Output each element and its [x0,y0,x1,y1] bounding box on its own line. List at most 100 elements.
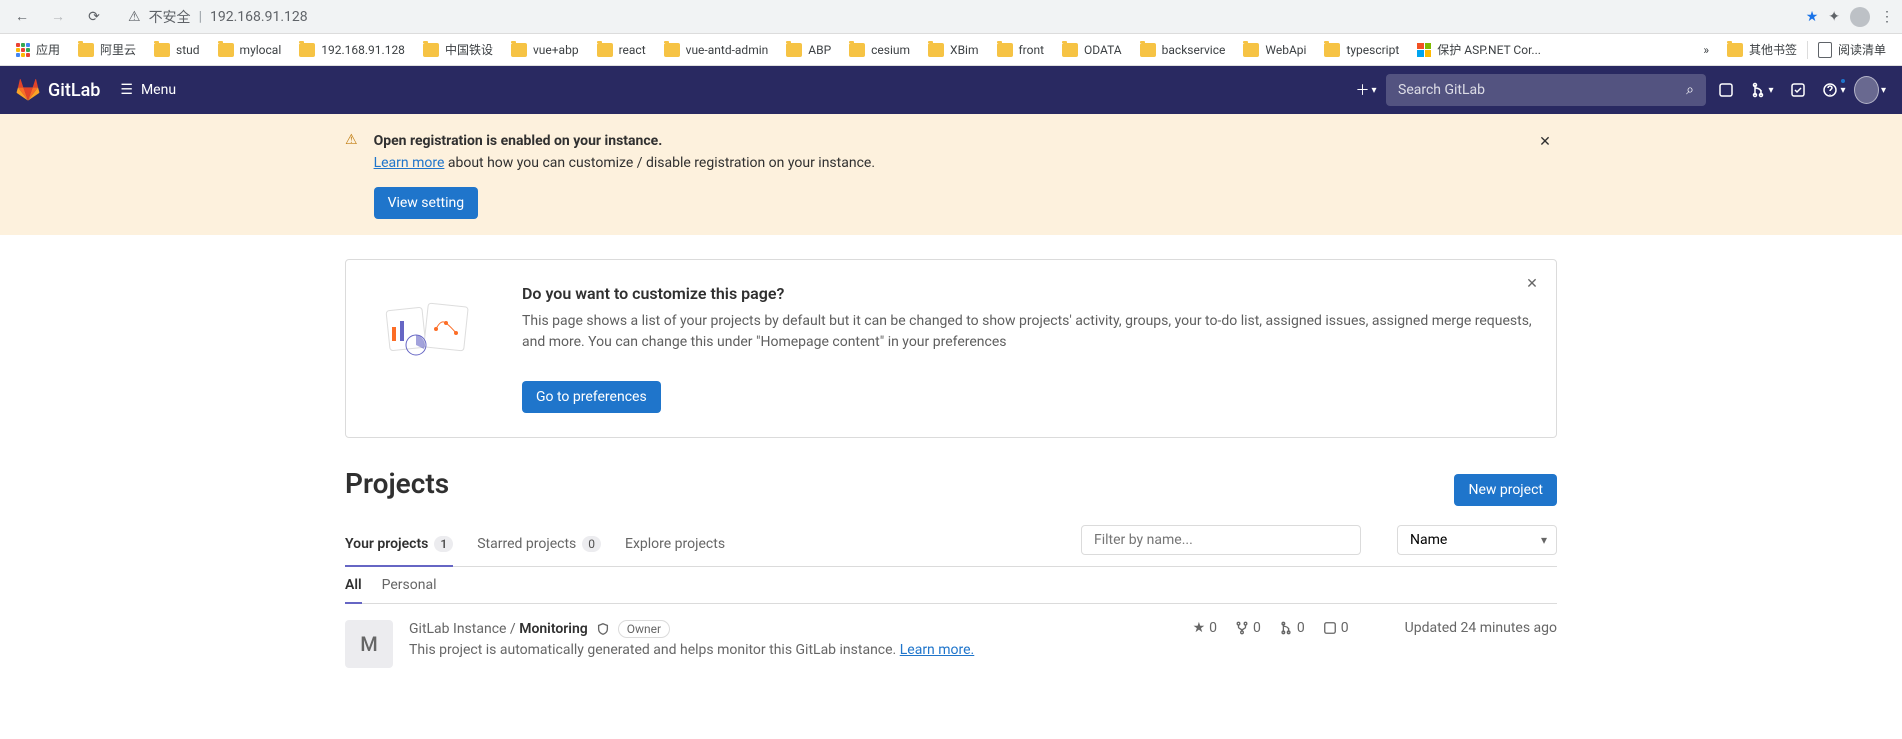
bookmark-item[interactable]: cesium [841,37,918,63]
apps-icon [16,43,30,57]
extensions-icon[interactable]: ✦ [1828,9,1840,25]
bookmark-item[interactable]: typescript [1316,37,1407,63]
bookmark-item[interactable]: react [589,37,654,63]
folder-icon [218,43,234,57]
bookmark-item[interactable]: stud [146,37,208,63]
close-icon: ✕ [1526,276,1538,292]
new-project-button[interactable]: New project [1454,474,1557,506]
folder-icon [849,43,865,57]
subtab-all[interactable]: All [345,567,362,603]
project-updated: Updated 24 minutes ago [1405,620,1557,636]
folder-icon [997,43,1013,57]
view-setting-button[interactable]: View setting [374,187,479,219]
project-namespace: GitLab Instance / [409,621,519,637]
bookmarks-overflow[interactable]: » [1695,37,1717,63]
warning-icon: ⚠ [345,132,358,219]
project-role-badge: Owner [618,620,670,638]
bookmark-item[interactable]: ABP [778,37,839,63]
gitlab-icon [16,78,40,102]
merge-icon [1750,82,1766,98]
apps-shortcut[interactable]: 应用 [8,37,68,63]
customize-banner: Do you want to customize this page? This… [345,259,1557,438]
gitlab-logo[interactable]: GitLab [16,78,100,102]
todos-shortcut[interactable] [1782,74,1814,106]
profile-icon[interactable] [1850,7,1870,27]
reload-button[interactable]: ⟳ [80,3,108,31]
back-button[interactable]: ← [8,3,36,31]
banner-close-button[interactable]: ✕ [1520,272,1544,296]
insecure-label: 不安全 [149,7,191,27]
project-stats: ★0 0 0 0 [1193,620,1349,636]
fork-icon [1235,621,1249,635]
chrome-menu-icon[interactable]: ⋮ [1880,9,1894,25]
folder-icon [1727,43,1743,57]
bookmark-item[interactable]: front [989,37,1053,63]
project-name: Monitoring [519,621,588,637]
new-dropdown[interactable]: ＋ ▾ [1350,74,1382,106]
folder-icon [299,43,315,57]
notification-dot [1840,78,1846,84]
star-icon: ★ [1193,620,1206,636]
go-to-preferences-button[interactable]: Go to preferences [522,381,661,413]
bookmark-item[interactable]: vue-antd-admin [656,37,777,63]
bookmark-item[interactable]: mylocal [210,37,290,63]
url-text: 192.168.91.128 [210,9,308,25]
other-bookmarks[interactable]: 其他书签 [1719,37,1805,63]
browser-toolbar: ← → ⟳ ⚠ 不安全 | 192.168.91.128 ★ ✦ ⋮ [0,0,1902,34]
windows-icon [1417,43,1431,57]
stat-stars[interactable]: ★0 [1193,620,1217,636]
bookmark-item[interactable]: XBim [920,37,986,63]
banner-illustration [370,284,490,374]
forward-button[interactable]: → [44,3,72,31]
stat-forks[interactable]: 0 [1235,620,1261,636]
merge-requests-shortcut[interactable]: ▾ [1746,74,1778,106]
alert-close-button[interactable]: ✕ [1533,130,1557,154]
search-box[interactable]: ⌕ [1386,74,1706,106]
your-projects-count: 1 [434,536,453,552]
alert-learn-more-link[interactable]: Learn more [374,155,445,171]
tab-explore-projects[interactable]: Explore projects [625,522,725,566]
project-row[interactable]: M GitLab Instance / Monitoring Owner Thi… [345,604,1557,684]
folder-icon [1062,43,1078,57]
bookmark-item[interactable]: ODATA [1054,37,1130,63]
shield-icon [596,622,610,636]
tab-starred-projects[interactable]: Starred projects 0 [477,522,601,566]
bookmark-item[interactable]: 192.168.91.128 [291,37,413,63]
bookmark-item[interactable]: 阿里云 [70,37,144,63]
banner-title: Do you want to customize this page? [522,284,1532,303]
issues-shortcut[interactable] [1710,74,1742,106]
user-menu[interactable]: ▾ [1854,74,1886,106]
bookmark-item[interactable]: vue+abp [503,37,587,63]
stat-merge-requests[interactable]: 0 [1279,620,1305,636]
bookmark-item[interactable]: backservice [1132,37,1234,63]
chevron-down-icon: ▾ [1768,85,1773,96]
search-icon: ⌕ [1686,82,1694,98]
reading-list[interactable]: 阅读清单 [1810,37,1894,63]
search-input[interactable] [1398,82,1686,98]
chevron-down-icon: ▾ [1371,85,1376,96]
stat-issues[interactable]: 0 [1323,620,1349,636]
folder-icon [423,43,439,57]
address-bar[interactable]: ⚠ 不安全 | 192.168.91.128 [116,3,1798,31]
todo-icon [1790,82,1806,98]
filter-input[interactable] [1081,525,1361,555]
project-learn-more-link[interactable]: Learn more. [900,642,975,658]
tab-your-projects[interactable]: Your projects 1 [345,522,453,566]
bookmark-star-icon[interactable]: ★ [1806,9,1819,25]
subtab-personal[interactable]: Personal [382,567,437,603]
help-dropdown[interactable]: ▾ [1818,74,1850,106]
project-description: This project is automatically generated … [409,642,900,658]
merge-icon [1279,621,1293,635]
sort-select[interactable]: Name [1397,525,1557,555]
bookmark-item[interactable]: WebApi [1235,37,1314,63]
bookmark-item[interactable]: 中国铁设 [415,37,501,63]
bookmark-item-ms[interactable]: 保护 ASP.NET Cor... [1409,37,1549,63]
starred-projects-count: 0 [582,536,601,552]
menu-button[interactable]: ☰ Menu [112,78,184,102]
issue-icon [1718,82,1734,98]
bookmarks-bar: 应用 阿里云studmylocal192.168.91.128中国铁设vue+a… [0,34,1902,66]
banner-text: This page shows a list of your projects … [522,311,1532,353]
help-icon [1822,82,1838,98]
folder-icon [1140,43,1156,57]
folder-icon [78,43,94,57]
